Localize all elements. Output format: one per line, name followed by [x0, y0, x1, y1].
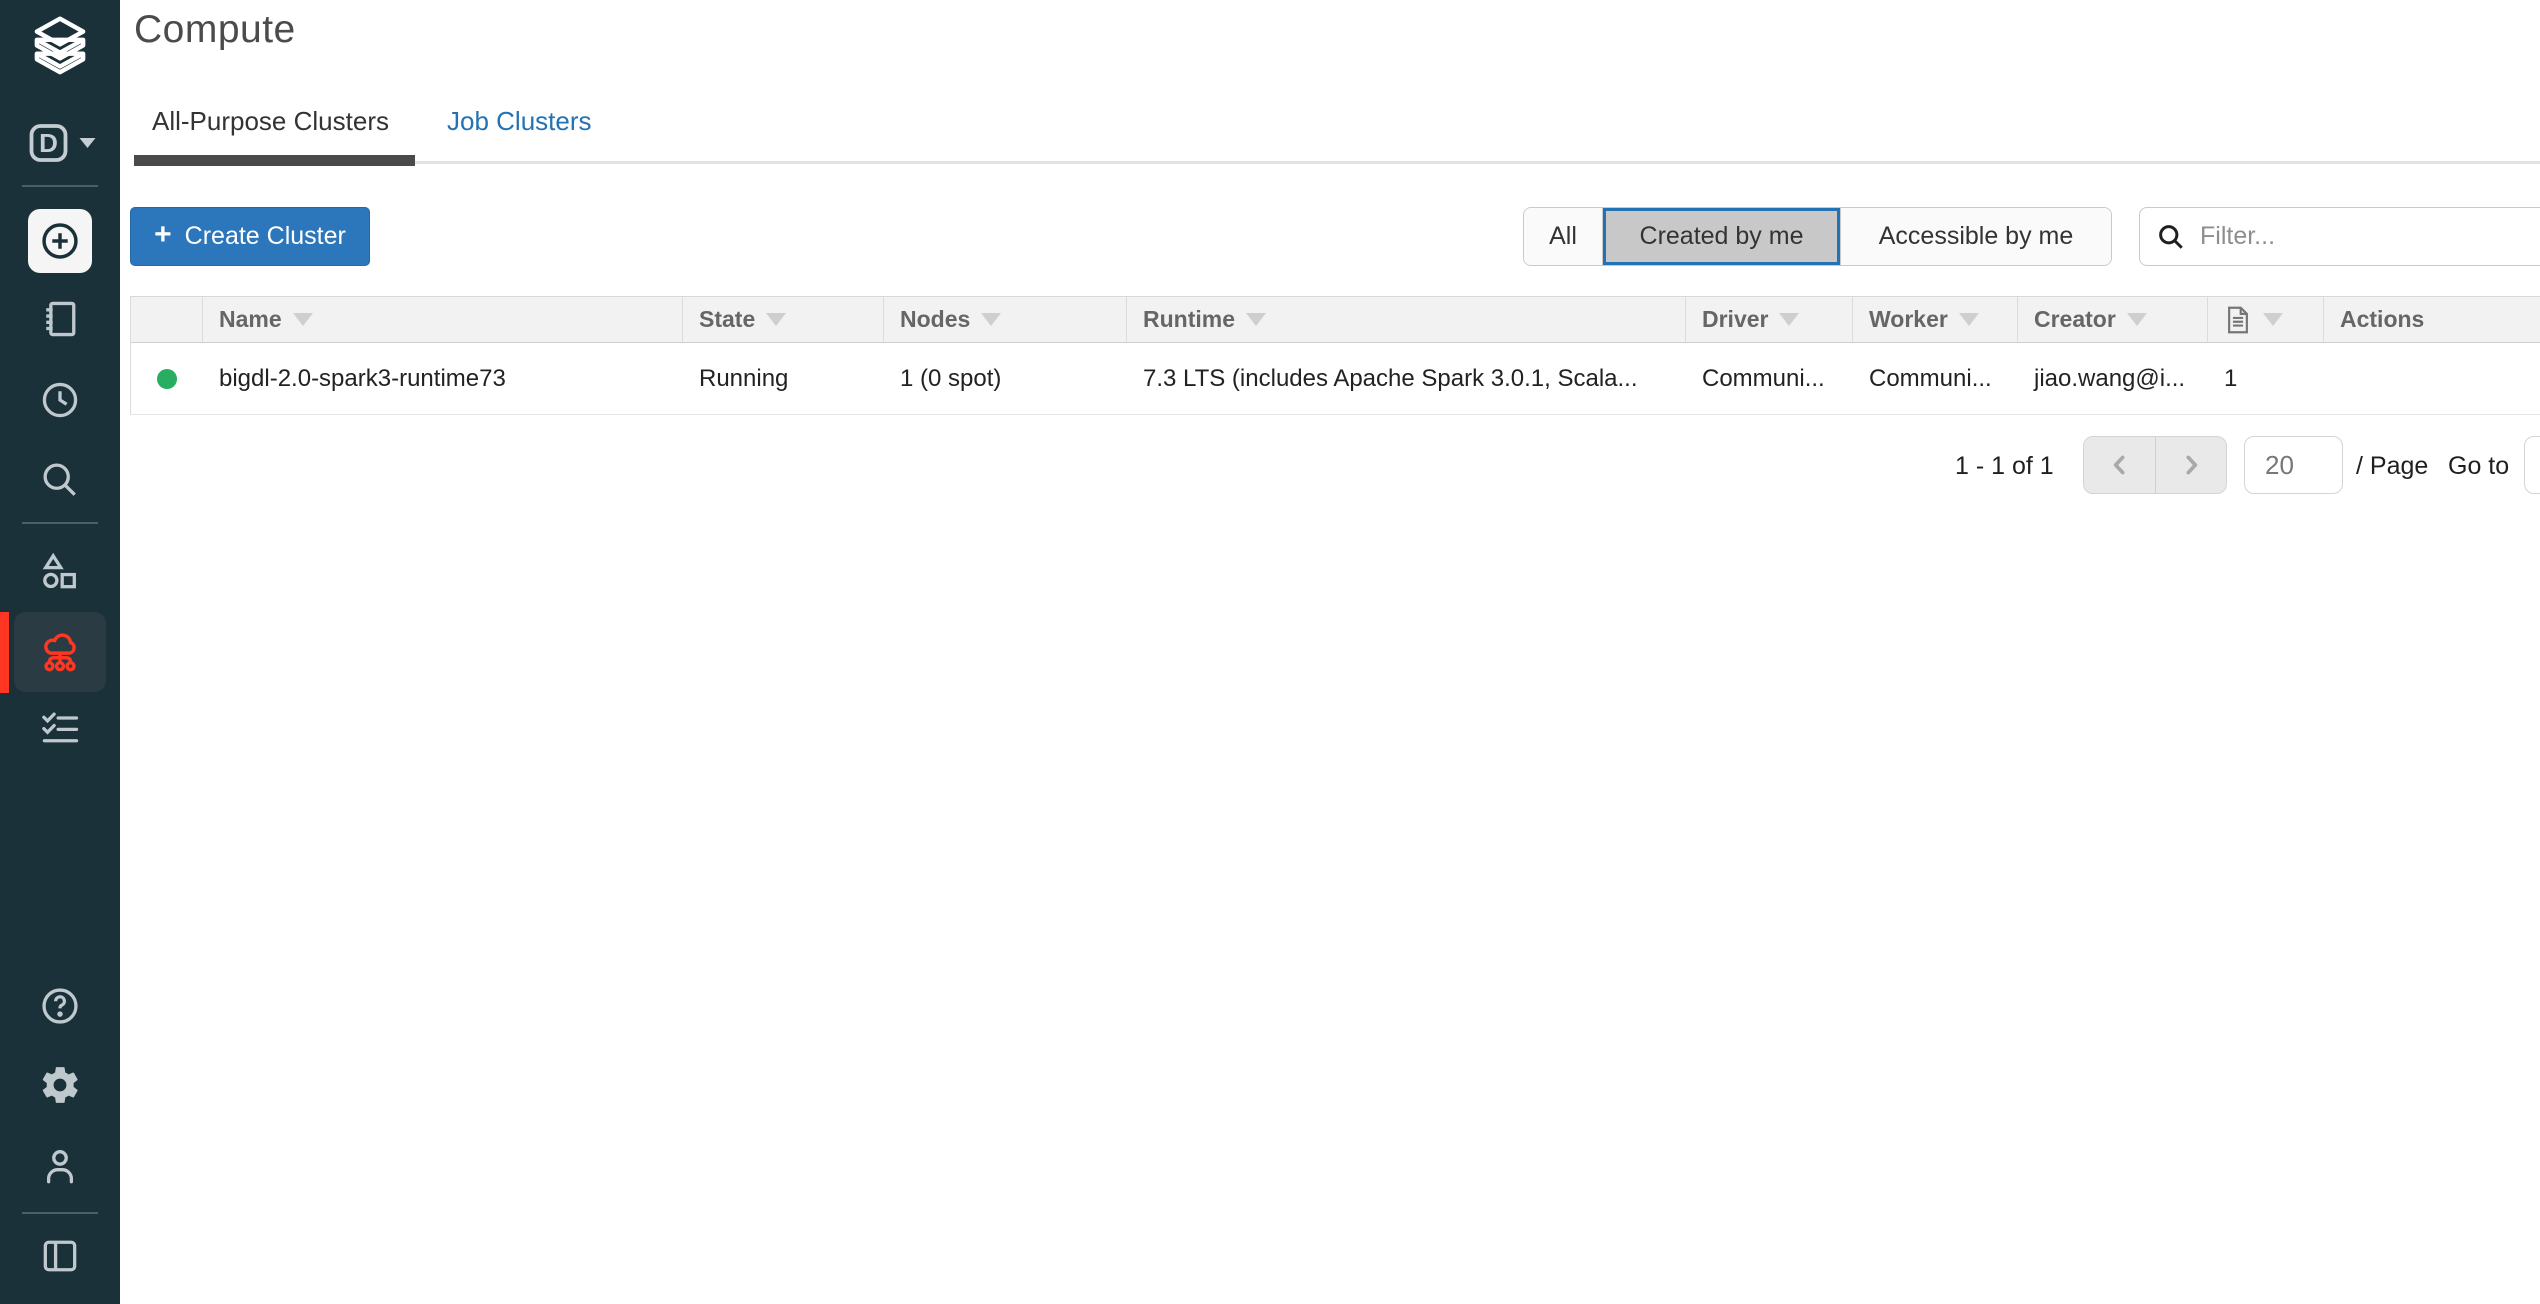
previous-page-button[interactable]: [2084, 437, 2155, 493]
tab-all-purpose-clusters[interactable]: All-Purpose Clusters: [152, 106, 389, 137]
table-header-row: Name State Nodes Runtime Driver Worker: [131, 296, 2540, 343]
column-header-name[interactable]: Name: [203, 297, 683, 342]
notebook-icon: [38, 297, 82, 341]
column-header-creator[interactable]: Creator: [2018, 297, 2208, 342]
goto-label: Go to: [2448, 437, 2509, 495]
create-cluster-button[interactable]: + Create Cluster: [130, 207, 370, 266]
sidebar-item-search[interactable]: [38, 458, 82, 502]
sort-caret-icon[interactable]: [293, 313, 313, 326]
cluster-driver-cell: Communi...: [1686, 343, 1853, 414]
cluster-status-cell: [131, 343, 203, 414]
sidebar-item-help[interactable]: [38, 984, 82, 1028]
sort-caret-icon[interactable]: [1246, 313, 1266, 326]
clusters-cloud-icon: [37, 629, 83, 675]
cluster-notebooks-cell: 1: [2208, 343, 2324, 414]
sort-caret-icon[interactable]: [766, 313, 786, 326]
sidebar-item-recents[interactable]: [38, 378, 82, 422]
filter-search-box[interactable]: [2139, 207, 2540, 266]
sort-caret-icon[interactable]: [2263, 313, 2283, 326]
checklist-icon: [38, 707, 82, 751]
sort-caret-icon[interactable]: [981, 313, 1001, 326]
svg-text:D: D: [39, 128, 58, 158]
scope-filter-group: All Created by me Accessible by me: [1523, 207, 2112, 266]
column-header-runtime[interactable]: Runtime: [1127, 297, 1686, 342]
cluster-name-cell[interactable]: bigdl-2.0-spark3-runtime73: [203, 343, 683, 414]
create-cluster-label: Create Cluster: [185, 222, 346, 251]
column-header-notebooks[interactable]: [2208, 297, 2324, 342]
sidebar-item-jobs[interactable]: [38, 707, 82, 751]
sort-caret-icon[interactable]: [1779, 313, 1799, 326]
column-header-actions: Actions: [2324, 297, 2540, 342]
workspace-d-icon: D: [25, 119, 73, 167]
sort-caret-icon[interactable]: [1959, 313, 1979, 326]
tabs-separator: [134, 161, 2540, 164]
column-header-state[interactable]: State: [683, 297, 884, 342]
sidebar-collapse-toggle[interactable]: [38, 1234, 82, 1278]
filter-all-button[interactable]: All: [1524, 208, 1602, 265]
stacked-layers-icon: [24, 12, 96, 84]
cluster-worker-cell: Communi...: [1853, 343, 2018, 414]
data-shapes-icon: [38, 550, 82, 594]
sidebar-divider: [22, 1212, 98, 1214]
cluster-state-cell: Running: [683, 343, 884, 414]
clock-icon: [38, 378, 82, 422]
gear-icon: [38, 1063, 82, 1107]
chevron-right-icon: [2178, 452, 2204, 478]
clusters-table: Name State Nodes Runtime Driver Worker: [130, 296, 2540, 415]
sort-caret-icon[interactable]: [2127, 313, 2147, 326]
column-header-worker[interactable]: Worker: [1853, 297, 2018, 342]
sidebar-item-clusters[interactable]: [14, 612, 106, 692]
sidebar-item-settings[interactable]: [38, 1063, 82, 1107]
chevron-left-icon: [2107, 452, 2133, 478]
notebook-count-icon: [2224, 305, 2252, 335]
sidebar-divider: [22, 185, 98, 187]
sidebar-item-data[interactable]: [38, 550, 82, 594]
panel-layout-icon: [38, 1234, 82, 1278]
plus-icon: +: [154, 220, 172, 250]
cluster-runtime-cell: 7.3 LTS (includes Apache Spark 3.0.1, Sc…: [1127, 343, 1686, 414]
column-header-status: [131, 297, 203, 342]
active-tab-underline: [134, 155, 415, 166]
next-page-button[interactable]: [2155, 437, 2226, 493]
databricks-logo[interactable]: [24, 12, 96, 84]
sidebar-item-create[interactable]: [28, 209, 92, 273]
sidebar-item-workspace[interactable]: [38, 297, 82, 341]
filter-accessible-by-me-button[interactable]: Accessible by me: [1840, 208, 2111, 265]
sidebar: D: [0, 0, 120, 1304]
chevron-down-icon: [80, 138, 96, 148]
goto-page-input[interactable]: [2524, 436, 2540, 494]
active-item-indicator: [0, 612, 9, 693]
page-title: Compute: [134, 8, 296, 52]
pager-buttons: [2083, 436, 2227, 494]
plus-circle-icon: [38, 219, 82, 263]
cluster-nodes-cell: 1 (0 spot): [884, 343, 1127, 414]
cluster-creator-cell: jiao.wang@i...: [2018, 343, 2208, 414]
column-header-driver[interactable]: Driver: [1686, 297, 1853, 342]
workspace-selector[interactable]: D: [25, 119, 96, 167]
column-header-nodes[interactable]: Nodes: [884, 297, 1127, 342]
pagination-range: 1 - 1 of 1: [1955, 437, 2054, 495]
per-page-label: / Page: [2356, 437, 2428, 495]
help-icon: [38, 984, 82, 1028]
tab-job-clusters[interactable]: Job Clusters: [447, 106, 592, 137]
search-icon: [2156, 222, 2186, 252]
running-status-icon: [157, 369, 177, 389]
compute-page: D: [0, 0, 2540, 1304]
sidebar-divider: [22, 522, 98, 524]
table-row[interactable]: bigdl-2.0-spark3-runtime73 Running 1 (0 …: [131, 343, 2540, 415]
cluster-actions-cell: [2324, 343, 2540, 414]
search-icon: [38, 458, 82, 502]
user-icon: [38, 1144, 82, 1188]
page-size-input[interactable]: [2244, 436, 2343, 494]
filter-created-by-me-button[interactable]: Created by me: [1602, 208, 1840, 265]
filter-input[interactable]: [2200, 222, 2530, 251]
sidebar-item-account[interactable]: [38, 1144, 82, 1188]
